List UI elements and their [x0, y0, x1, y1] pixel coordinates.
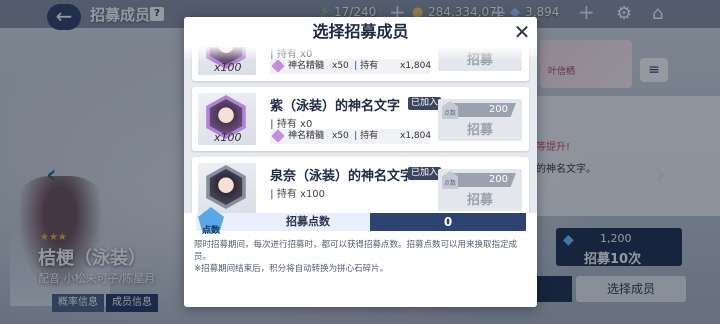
- list-top-fade: [184, 47, 537, 61]
- held-line: | 持有 x0: [270, 119, 313, 130]
- note-line: ※招募期间结束后，积分将自动转换为拼心石碎片。: [194, 264, 389, 274]
- points-icon-label: 点数: [201, 226, 220, 236]
- material-row: 神名精髓 x50 | 持有 x1,804: [270, 59, 431, 74]
- recruit-button[interactable]: 200 点数 招募: [438, 169, 522, 211]
- owned-quantity: x100: [214, 61, 242, 74]
- member-name: 紫（泳装）的神名文字: [270, 99, 401, 114]
- points-cost: 200: [448, 173, 516, 187]
- note-line: 限时招募期间，每次进行招募时，都可以获得招募点数。招募点数可以用来换取指定成员。: [194, 240, 518, 262]
- recruit-notes: 限时招募期间，每次进行招募时，都可以获得招募点数。招募点数可以用来换取指定成员。…: [194, 239, 530, 275]
- owned-quantity: x100: [214, 131, 242, 144]
- points-cost: 200: [448, 103, 516, 117]
- member-card[interactable]: 泉奈（泳装）的神名文字 已加入 | 持有 x100 200 点数 招募: [192, 157, 529, 213]
- essence-icon: [271, 59, 285, 73]
- member-name: 泉奈（泳装）的神名文字: [270, 169, 414, 184]
- held-line: | 持有 x100: [270, 189, 326, 200]
- joined-badge: 已加入: [408, 97, 442, 110]
- recruit-points-value: 0: [443, 215, 453, 229]
- recruit-points-bar: 招募点数 0: [196, 213, 526, 231]
- essence-icon: [271, 129, 285, 143]
- dialog-title: 选择招募成员: [184, 17, 537, 47]
- recruit-points-label: 招募点数: [286, 215, 330, 228]
- member-list[interactable]: x100 | 持有 x0 神名精髓 x50 | 持有 x1,804 招募 x10…: [184, 47, 537, 213]
- recruit-button[interactable]: 200 点数 招募: [438, 99, 522, 141]
- close-icon[interactable]: ✕: [512, 20, 532, 44]
- joined-badge: 已加入: [408, 167, 442, 180]
- member-card[interactable]: x100 紫（泳装）的神名文字 已加入 | 持有 x0 神名精髓 x50 | 持…: [192, 87, 529, 151]
- material-row: 神名精髓 x50 | 持有 x1,804: [270, 129, 431, 144]
- select-recruit-member-dialog: 选择招募成员 ✕ x100 | 持有 x0 神名精髓 x50 | 持有 x1,8…: [184, 17, 537, 307]
